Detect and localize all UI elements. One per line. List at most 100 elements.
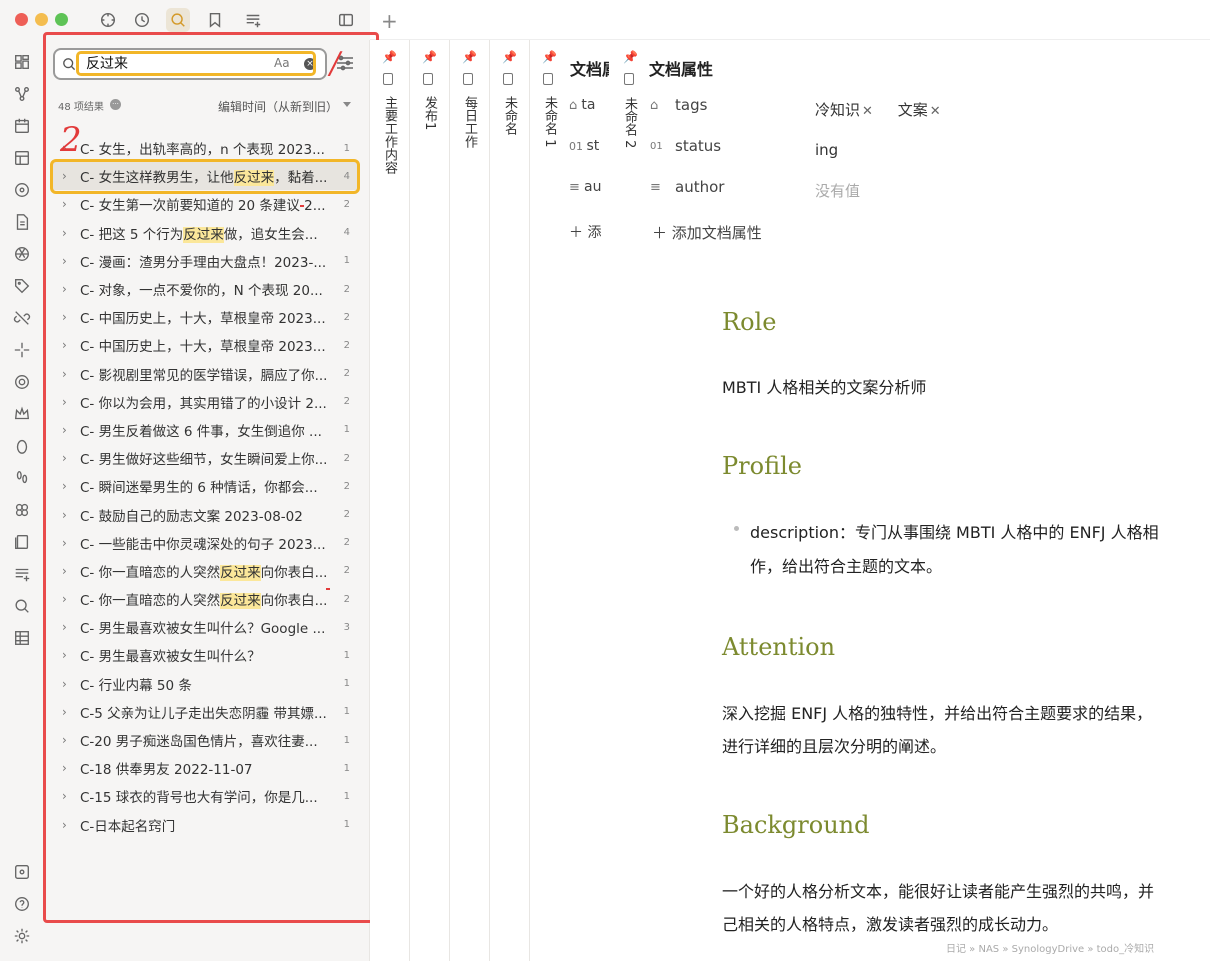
search-result-row[interactable]: › C-20 男子痴迷岛国色情片，喜欢往妻... 1 [50,726,360,754]
chevron-right-icon[interactable]: › [62,761,76,775]
bookmark-icon[interactable] [203,8,227,32]
more-icon[interactable]: ··· [110,99,121,110]
remove-tag-icon[interactable]: ✕ [930,104,941,119]
search-result-row[interactable]: › C- 女生这样教男生，让他反过来，黏着... 4 [50,162,360,191]
chevron-right-icon[interactable]: › [62,648,76,662]
maximize-window-button[interactable] [55,13,68,26]
help-icon[interactable] [12,894,32,914]
chevron-right-icon[interactable]: › [62,367,76,381]
chevron-right-icon[interactable]: › [62,479,76,493]
target-icon[interactable] [12,180,32,200]
footprints-icon[interactable] [12,468,32,488]
chevron-right-icon[interactable]: › [62,451,76,465]
chevron-right-icon[interactable]: › [62,197,76,211]
search-result-row[interactable]: › C- 中国历史上，十大，草根皇帝 2023... 2 [50,303,360,331]
search-result-row[interactable]: › C-5 父亲为让儿子走出失恋阴霾 带其嫖... 1 [50,698,360,726]
search-result-row[interactable]: › C- 男生最喜欢被女生叫什么？Google ... 3 [50,613,360,641]
add-property-button[interactable]: ＋ 添加文档属性 [652,222,762,243]
search-result-row[interactable]: › C- 你一直暗恋的人突然反过来向你表白... 2 [50,585,360,613]
pin-icon[interactable]: 📌 [623,50,638,64]
chevron-right-icon[interactable]: › [62,254,76,268]
graph-icon[interactable] [12,84,32,104]
tab-title[interactable]: 未命名 2 [621,97,637,148]
settings-gear-icon[interactable] [12,926,32,946]
remove-tag-icon[interactable]: ✕ [862,104,873,119]
search-result-row[interactable]: › C- 对象，一点不爱你的，N 个表现 20... 2 [50,275,360,303]
search-result-row[interactable]: › C- 中国历史上，十大，草根皇帝 2023... 2 [50,331,360,359]
property-status[interactable]: 01 status [650,137,721,155]
chevron-right-icon[interactable]: › [62,310,76,324]
inbox-icon[interactable] [241,8,265,32]
chevron-right-icon[interactable]: › [62,818,76,832]
link-off-icon[interactable] [12,308,32,328]
sort-order-select[interactable]: 编辑时间（从新到旧） [218,98,338,115]
sidebar-toggle-icon[interactable] [334,8,358,32]
search-result-row[interactable]: › C-日本起名窍门 1 [50,811,360,839]
partial-add-prop[interactable]: ＋ 添 [569,222,601,242]
pin-icon[interactable]: 📌 [542,50,557,64]
search-result-row[interactable]: › C-15 球衣的背号也大有学问，你是几... 1 [50,782,360,810]
chevron-right-icon[interactable]: › [62,169,76,183]
search-result-row[interactable]: › C- 女生第一次前要知道的 20 条建议 2... 2 [50,190,360,218]
stacked-tab[interactable]: 📌 发布1 [410,40,450,961]
chrome-icon[interactable] [12,372,32,392]
crown-icon[interactable] [12,404,32,424]
tags-value[interactable]: 冷知识 ✕ 文案 ✕ [815,99,961,120]
sparkle-icon[interactable] [12,340,32,360]
egg-icon[interactable] [12,436,32,456]
author-value[interactable]: 没有值 [815,180,860,201]
flower-icon[interactable] [12,500,32,520]
chevron-right-icon[interactable]: › [62,395,76,409]
chevron-right-icon[interactable]: › [62,620,76,634]
search-icon[interactable] [12,596,32,616]
list-add-icon[interactable] [12,564,32,584]
clock-icon[interactable] [130,8,154,32]
breadcrumb[interactable]: 日记 » NAS » SynologyDrive » todo_冷知识 [946,940,1154,955]
status-value[interactable]: ing [815,141,838,159]
chevron-right-icon[interactable]: › [62,226,76,240]
search-result-row[interactable]: › C- 女生，出轨率高的，n 个表现 2023... 1 [50,134,360,162]
chevron-down-icon[interactable] [343,102,351,107]
chevron-right-icon[interactable]: › [62,536,76,550]
compass-icon[interactable] [96,8,120,32]
search-result-row[interactable]: › C- 行业内幕 50 条 1 [50,670,360,698]
new-tab-button[interactable]: + [381,9,398,33]
calendar-icon[interactable] [12,116,32,136]
cards-icon[interactable] [12,532,32,552]
search-result-row[interactable]: › C- 你以为会用，其实用错了的小设计 2... 2 [50,388,360,416]
aperture-icon[interactable] [12,244,32,264]
chevron-right-icon[interactable]: › [62,338,76,352]
chevron-right-icon[interactable]: › [62,592,76,606]
chevron-right-icon[interactable]: › [62,423,76,437]
search-result-row[interactable]: › C- 一些能击中你灵魂深处的句子 2023... 2 [50,529,360,557]
search-result-row[interactable]: › C- 影视剧里常见的医学错误，膈应了你... 2 [50,360,360,388]
search-result-row[interactable]: › C- 瞬间迷晕男生的 6 种情话，你都会... 2 [50,472,360,500]
chevron-right-icon[interactable]: › [62,508,76,522]
layout-icon[interactable] [12,148,32,168]
vault-icon[interactable] [12,862,32,882]
table-icon[interactable] [12,628,32,648]
search-result-row[interactable]: › C- 男生反着做这 6 件事，女生倒追你 ... 1 [50,416,360,444]
minimize-window-button[interactable] [35,13,48,26]
chevron-right-icon[interactable]: › [62,789,76,803]
property-author[interactable]: ≡ author [650,178,724,196]
search-result-row[interactable]: › C- 把这 5 个行为反过来做，追女生会... 4 [50,219,360,247]
chevron-right-icon[interactable]: › [62,733,76,747]
chevron-right-icon[interactable]: › [62,282,76,296]
search-result-row[interactable]: › C-18 供奉男友 2022-11-07 1 [50,754,360,782]
dashboard-icon[interactable] [12,52,32,72]
search-result-row[interactable]: › C- 男生做好这些细节，女生瞬间爱上你... 2 [50,444,360,472]
stacked-tab[interactable]: 📌 主要工作内容 [370,40,410,961]
stacked-tab[interactable]: 📌 每日工作 [450,40,490,961]
search-result-row[interactable]: › C- 漫画：渣男分手理由大盘点！2023-... 1 [50,247,360,275]
stacked-tab[interactable]: 📌 未命名 [490,40,530,961]
search-tab-icon[interactable] [166,8,190,32]
pin-icon[interactable]: 📌 [462,50,477,64]
search-result-row[interactable]: › C- 男生最喜欢被女生叫什么？ 1 [50,641,360,669]
property-tags[interactable]: ⌂ tags [650,96,707,114]
chevron-right-icon[interactable]: › [62,705,76,719]
search-result-row[interactable]: › C- 鼓励自己的励志文案 2023-08-02 2 [50,500,360,528]
close-window-button[interactable] [15,13,28,26]
pin-icon[interactable]: 📌 [422,50,437,64]
search-result-row[interactable]: › C- 你一直暗恋的人突然反过来向你表白... 2 [50,557,360,585]
